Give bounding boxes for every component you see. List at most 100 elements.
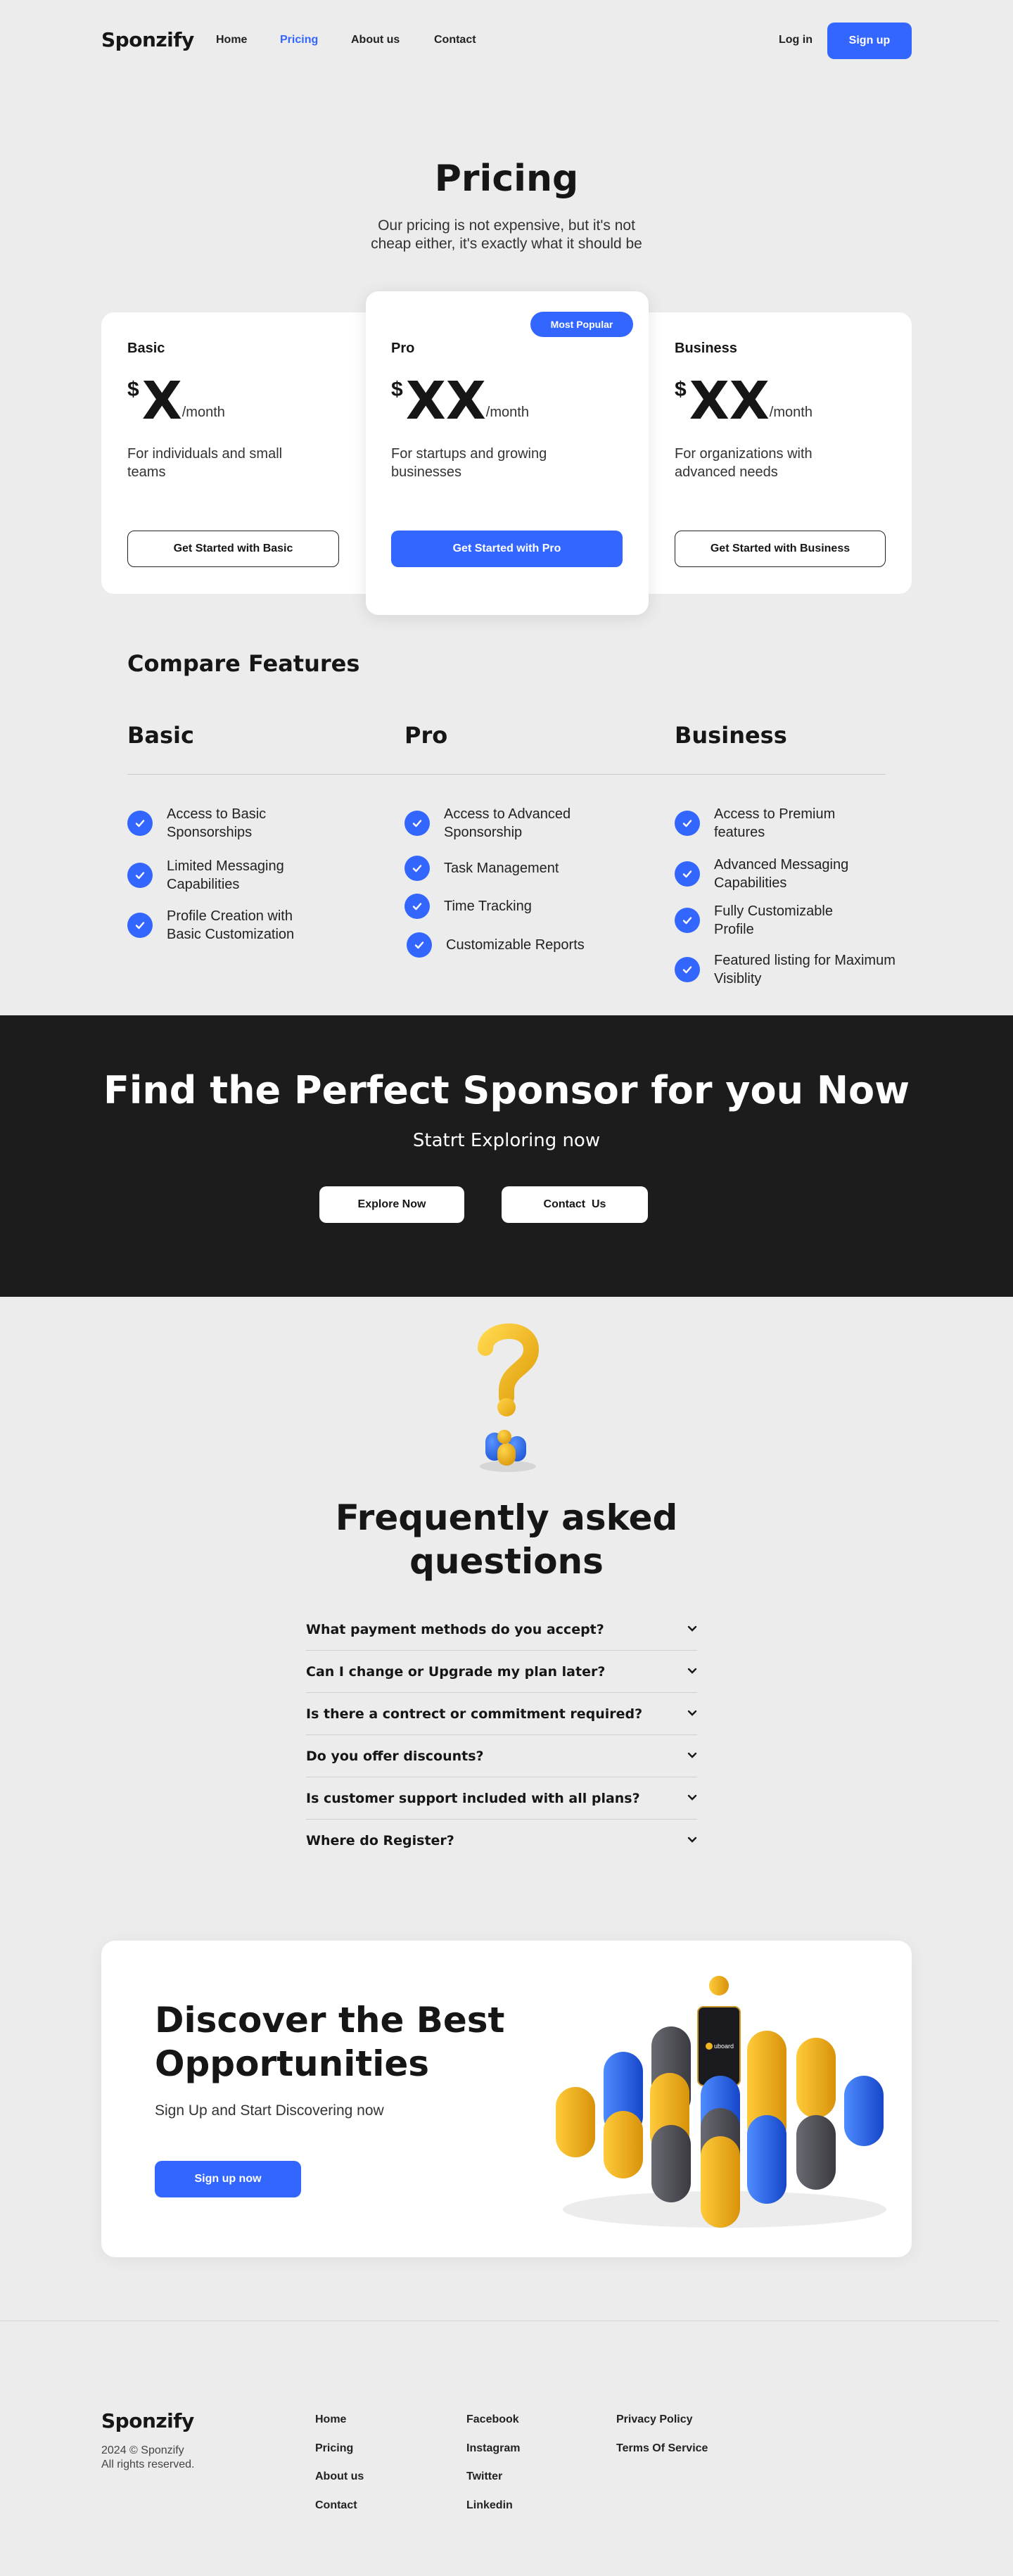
plan-desc-business: For organizations with advanced needs (675, 445, 886, 481)
currency-symbol: $ (127, 378, 139, 401)
login-link[interactable]: Log in (779, 34, 813, 46)
feature-item: Access to Premium features (675, 805, 835, 842)
faq-item[interactable]: Can I change or Upgrade my plan later? (306, 1651, 697, 1693)
nav-pricing[interactable]: Pricing (280, 34, 318, 46)
plan-desc-line: For startups and growing (391, 446, 547, 462)
cta-title: Find the Perfect Sponsor for you Now (103, 1068, 910, 1112)
footer-link-facebook[interactable]: Facebook (466, 2413, 519, 2426)
feature-text: Capabilities (167, 877, 240, 892)
check-icon (127, 913, 153, 938)
chevron-down-icon (687, 1665, 697, 1678)
faq-question: Can I change or Upgrade my plan later? (306, 1663, 606, 1680)
get-started-basic-button[interactable]: Get Started with Basic (127, 531, 339, 567)
faq-item[interactable]: Do you offer discounts? (306, 1735, 697, 1777)
feature-item: Access to Advanced Sponsorship (404, 805, 571, 842)
faq-question: Do you offer discounts? (306, 1748, 484, 1764)
compare-col-pro: Pro (404, 722, 448, 749)
get-started-business-button[interactable]: Get Started with Business (675, 531, 886, 567)
nav-about[interactable]: About us (351, 34, 400, 46)
plan-price-pro: $ XX /month (391, 375, 529, 427)
footer-link-home[interactable]: Home (315, 2413, 346, 2426)
faq-title: Frequently asked questions (295, 1496, 718, 1583)
faq-title-line2: questions (409, 1541, 604, 1582)
nav-home[interactable]: Home (216, 34, 247, 46)
discover-title: Discover the Best Opportunities (155, 1998, 521, 2086)
footer-link-twitter[interactable]: Twitter (466, 2470, 502, 2483)
check-icon (675, 957, 700, 982)
faq-item[interactable]: Where do Register? (306, 1820, 697, 1862)
plan-desc-line: For organizations with (675, 446, 813, 462)
chevron-down-icon (687, 1834, 697, 1847)
plan-price-business: $ XX /month (675, 375, 813, 427)
nav-contact[interactable]: Contact (434, 34, 476, 46)
check-icon (127, 811, 153, 836)
logo[interactable]: Sponzify (101, 28, 194, 51)
feature-text: Access to Basic (167, 806, 267, 822)
footer-link-contact[interactable]: Contact (315, 2499, 357, 2512)
faq-question: Where do Register? (306, 1833, 454, 1848)
feature-text: Visiblity (714, 971, 762, 986)
feature-item: Featured listing for Maximum Visiblity (675, 951, 896, 988)
feature-text: Sponsorships (167, 825, 253, 840)
check-icon (127, 863, 153, 888)
footer-link-privacy[interactable]: Privacy Policy (616, 2413, 693, 2426)
faq-question: What payment methods do you accept? (306, 1621, 604, 1637)
feature-text: Sponsorship (444, 825, 523, 840)
signup-button[interactable]: Sign up (827, 23, 912, 59)
question-mark-illustration (464, 1320, 549, 1475)
pricing-title: Pricing (434, 158, 579, 200)
plan-desc-line: businesses (391, 464, 462, 480)
plan-name-basic: Basic (127, 341, 165, 356)
feature-text: Profile Creation with (167, 908, 293, 924)
feature-item: Profile Creation with Basic Customization (127, 907, 294, 944)
chevron-down-icon (687, 1792, 697, 1805)
footer-link-about[interactable]: About us (315, 2470, 364, 2483)
chevron-down-icon (687, 1750, 697, 1763)
explore-now-button[interactable]: Explore Now (319, 1186, 464, 1223)
plan-desc-line: For individuals and small (127, 446, 283, 462)
footer-link-instagram[interactable]: Instagram (466, 2442, 520, 2455)
compare-col-basic: Basic (127, 722, 194, 749)
plan-name-business: Business (675, 341, 737, 356)
get-started-pro-button[interactable]: Get Started with Pro (391, 531, 623, 567)
chevron-down-icon (687, 1708, 697, 1720)
feature-item: Access to Basic Sponsorships (127, 805, 266, 842)
feature-text: Task Management (444, 861, 559, 876)
feature-item: Advanced Messaging Capabilities (675, 856, 848, 892)
feature-item: Time Tracking (404, 894, 532, 919)
footer-copyright: 2024 © Sponzify All rights reserved. (101, 2444, 195, 2472)
feature-text: Capabilities (714, 875, 787, 891)
footer-logo[interactable]: Sponzify (101, 2409, 194, 2432)
currency-symbol: $ (675, 378, 687, 401)
faq-list: What payment methods do you accept? Can … (306, 1609, 697, 1862)
faq-item[interactable]: What payment methods do you accept? (306, 1609, 697, 1651)
currency-symbol: $ (391, 378, 403, 401)
contact-us-button[interactable]: Contact Us (502, 1186, 648, 1223)
feature-text: Basic Customization (167, 927, 295, 942)
footer-link-pricing[interactable]: Pricing (315, 2442, 353, 2455)
discover-subtitle: Sign Up and Start Discovering now (155, 2102, 384, 2119)
feature-text: Access to Premium (714, 806, 836, 822)
faq-item[interactable]: Is there a contrect or commitment requir… (306, 1693, 697, 1735)
compare-divider (127, 774, 886, 775)
feature-text: Profile (714, 922, 754, 937)
signup-now-button[interactable]: Sign up now (155, 2161, 301, 2197)
plan-desc-line: advanced needs (675, 464, 778, 480)
pricing-subtitle-line1: Our pricing is not expensive, but it's n… (378, 217, 635, 234)
price-period: /month (769, 405, 813, 420)
compare-features-title: Compare Features (127, 650, 360, 677)
faq-question: Is customer support included with all pl… (306, 1790, 640, 1806)
compare-col-business: Business (675, 722, 787, 749)
feature-text: Customizable Reports (446, 937, 585, 953)
plan-desc-basic: For individuals and small teams (127, 445, 331, 481)
discover-title-line1: Discover the Best (155, 2000, 505, 2041)
footer-link-linkedin[interactable]: Linkedin (466, 2499, 513, 2512)
faq-title-line1: Frequently asked (335, 1497, 678, 1538)
footer-link-terms[interactable]: Terms Of Service (616, 2442, 708, 2455)
check-icon (404, 894, 430, 919)
faq-item[interactable]: Is customer support included with all pl… (306, 1777, 697, 1820)
cta-subtitle: Statrt Exploring now (412, 1130, 601, 1151)
feature-text: Featured listing for Maximum (714, 953, 896, 968)
feature-text: Access to Advanced (444, 806, 571, 822)
plan-name-pro: Pro (391, 341, 415, 356)
